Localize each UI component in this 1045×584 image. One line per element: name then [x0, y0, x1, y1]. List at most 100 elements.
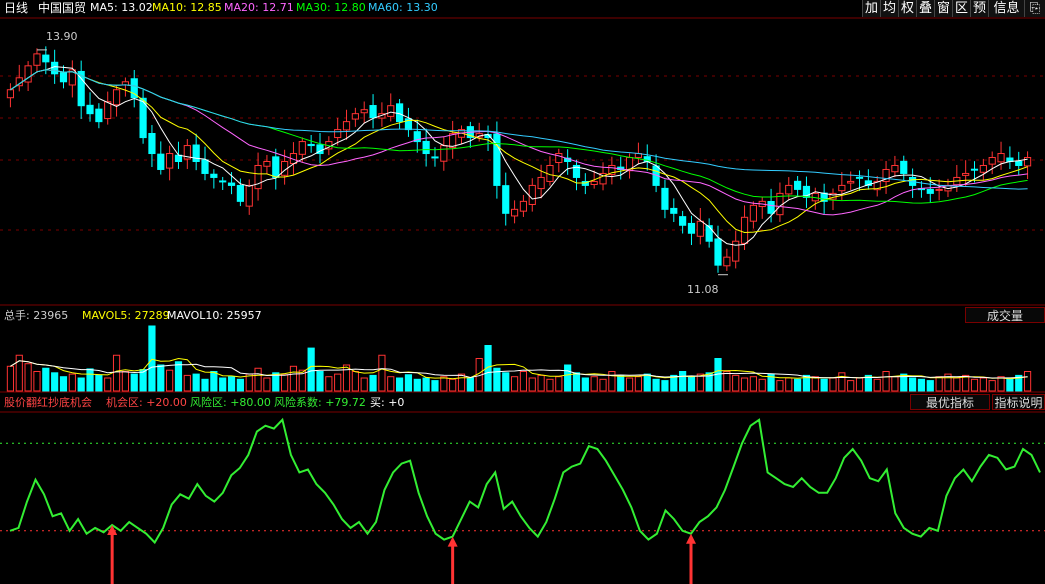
candle-body [926, 188, 934, 194]
volume-bar [227, 376, 236, 392]
volume-bar [749, 376, 757, 392]
candle-body [900, 160, 908, 174]
volume-bar [325, 376, 333, 392]
candle-body [148, 132, 156, 155]
candle-body [422, 140, 430, 155]
volume-bar [166, 369, 174, 392]
volume-bar [564, 364, 572, 392]
ma5-label: MA5: 13.02 [90, 1, 153, 14]
volume-bar [528, 377, 536, 392]
volume-bar [776, 380, 784, 392]
candle-body [838, 184, 846, 192]
candle-body [51, 61, 59, 75]
risk-coefficient-line [9, 417, 1041, 545]
candle-body [59, 72, 68, 83]
volume-bar [254, 367, 262, 392]
volume-bar [873, 378, 881, 392]
toolbar-window-button[interactable]: 窗 [934, 0, 952, 17]
volume-bar [112, 354, 121, 392]
candle-body [785, 184, 793, 195]
candle-body [192, 144, 200, 163]
grid-lines [0, 17, 1045, 413]
volume-bar [360, 377, 368, 392]
ma10-label: MA10: 12.85 [152, 1, 222, 14]
best-indicator-button[interactable]: 最优指标 [910, 394, 990, 410]
volume-bar [387, 376, 395, 392]
volume-bar [219, 377, 227, 392]
volume-bar [510, 376, 519, 392]
toolbar-average-button[interactable]: 均 [880, 0, 898, 17]
candle-body [263, 161, 271, 167]
candle-body [236, 184, 244, 202]
candle-body [732, 240, 740, 262]
toolbar-add-button[interactable]: 加 [862, 0, 880, 17]
candle-body [705, 225, 713, 242]
volume-bar [157, 364, 165, 392]
volume-bar [687, 376, 696, 392]
candle-body [555, 153, 563, 164]
volume-bar [882, 371, 890, 392]
volume-bar [997, 376, 1005, 392]
volume-bar [519, 371, 528, 392]
chart-canvas[interactable] [0, 0, 1045, 584]
period-label: 日线 [4, 1, 29, 15]
candle-body [360, 109, 368, 114]
volume-bar [307, 347, 315, 392]
candle-body [979, 164, 987, 173]
candle-body [95, 108, 103, 123]
toolbar-forecast-button[interactable]: 预 [970, 0, 988, 17]
candle-body [351, 113, 359, 120]
volume-bar [546, 378, 554, 392]
volume-bar [953, 377, 961, 392]
candle-body [166, 153, 174, 169]
volume-bar [59, 376, 68, 392]
risk-zone-label: 风险区: +80.00 [190, 396, 271, 409]
candle-body [847, 180, 855, 184]
volume-bar [95, 374, 103, 392]
volume-bar [121, 371, 130, 392]
volume-bar [758, 378, 766, 392]
toolbar-info-button[interactable]: 信息 [988, 0, 1024, 17]
volume-bar [77, 377, 85, 392]
buy-signal-label: 买: +0 [370, 396, 405, 409]
candle-body [86, 104, 94, 115]
volume-bar [395, 377, 404, 392]
volume-bar [42, 367, 50, 392]
volume-bar [608, 371, 616, 392]
volume-bar [643, 373, 651, 392]
candle-body [369, 105, 377, 119]
mavol5-label: MAVOL5: 27289 [82, 309, 170, 322]
volume-bar [404, 374, 413, 392]
candle-body [33, 53, 41, 66]
volume-bar [572, 372, 581, 392]
volume-bar [829, 377, 837, 392]
volume-indicator-button[interactable]: 成交量 [965, 307, 1045, 323]
volume-bar [378, 354, 386, 392]
toolbar-overlay-button[interactable]: 叠 [916, 0, 934, 17]
volume-bar [555, 376, 563, 392]
toolbar-rights-button[interactable]: 权 [898, 0, 916, 17]
toolbar-range-button[interactable]: 区 [952, 0, 970, 17]
candle-body [661, 187, 669, 210]
volume-bar [926, 380, 934, 392]
volume-bar [811, 376, 819, 392]
volume-bar [935, 376, 943, 392]
candle-body [749, 204, 757, 222]
volume-bar [86, 368, 94, 392]
candle-body [767, 201, 775, 214]
low-price-label: 11.08 [687, 283, 719, 296]
candle-body [891, 164, 899, 173]
indicator-help-button[interactable]: 指标说明 [992, 394, 1045, 410]
candle-body [528, 184, 536, 205]
stock-chart-window: 日线 中国国贸 MA5: 13.02 MA10: 12.85 MA20: 12.… [0, 0, 1045, 584]
candle-body [307, 143, 315, 147]
volume-bar [855, 377, 864, 392]
ma20-label: MA20: 12.71 [224, 1, 294, 14]
candle-body [714, 238, 722, 266]
volume-bar [732, 374, 740, 392]
candle-body [201, 159, 209, 174]
exit-icon[interactable]: ⎘ [1024, 0, 1045, 17]
stock-name: 中国国贸 [38, 1, 87, 15]
candle-body [696, 220, 704, 237]
candle-body [679, 216, 687, 226]
